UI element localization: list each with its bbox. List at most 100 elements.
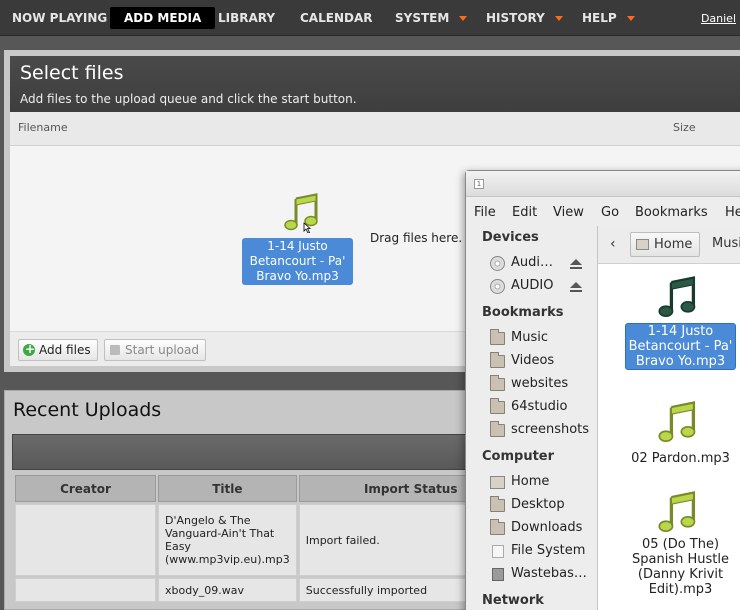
chevron-down-icon bbox=[554, 16, 563, 21]
sidebar-item-audio[interactable]: AUDIO bbox=[490, 278, 595, 298]
chevron-down-icon bbox=[459, 16, 468, 21]
select-files-subtitle: Add files to the upload queue and click … bbox=[20, 92, 357, 106]
select-files-header: Select files Add files to the upload que… bbox=[10, 56, 740, 112]
sidebar-item-label: screenshots bbox=[511, 422, 590, 437]
bookmarks-heading: Bookmarks bbox=[482, 305, 564, 320]
start-upload-button[interactable]: Start upload bbox=[104, 339, 206, 361]
nav-calendar[interactable]: CALENDAR bbox=[300, 7, 372, 29]
disc-icon bbox=[490, 279, 505, 294]
sidebar-item-label: Wastebas… bbox=[511, 566, 587, 581]
file-manager-window[interactable]: 1 File Edit View Go Bookmarks He Devices… bbox=[465, 170, 740, 610]
top-navigation: NOW PLAYING ADD MEDIA LIBRARY CALENDAR S… bbox=[0, 0, 740, 36]
nav-help[interactable]: HELP bbox=[582, 7, 635, 29]
user-link[interactable]: Daniel bbox=[701, 12, 736, 25]
creator-cell bbox=[15, 504, 156, 576]
window-menu-icon[interactable]: 1 bbox=[474, 179, 484, 189]
sidebar-item-label: File System bbox=[511, 543, 586, 558]
recent-uploads-title: Recent Uploads bbox=[13, 399, 162, 421]
sidebar-item-label: websites bbox=[511, 376, 569, 391]
sidebar-item-label: Downloads bbox=[511, 520, 583, 535]
menu-bar: File Edit View Go Bookmarks He bbox=[466, 201, 740, 223]
nav-system[interactable]: SYSTEM bbox=[395, 7, 468, 29]
path-home-button[interactable]: Home bbox=[630, 232, 700, 257]
sidebar-item-desktop[interactable]: Desktop bbox=[490, 496, 595, 517]
sidebar-item-screenshots[interactable]: screenshots bbox=[490, 421, 595, 442]
music-note-icon bbox=[658, 276, 696, 317]
recent-uploads-table: Creator Title Import Status D'Angelo & T… bbox=[13, 473, 525, 604]
sidebar-item-downloads[interactable]: Downloads bbox=[490, 519, 595, 540]
upload-queue-header: Filename Size bbox=[10, 112, 740, 146]
places-sidebar: Devices Audi… AUDIO Bookmarks Music Vide… bbox=[466, 226, 597, 610]
trash-icon bbox=[492, 568, 504, 581]
chevron-left-icon[interactable]: ‹ bbox=[610, 236, 616, 252]
folder-icon bbox=[490, 352, 505, 368]
path-bar: ‹ Home Musi bbox=[598, 226, 740, 264]
devices-heading: Devices bbox=[482, 230, 539, 245]
path-current-button[interactable]: Musi bbox=[712, 236, 740, 251]
filename-column-header: Filename bbox=[18, 121, 68, 134]
eject-icon[interactable] bbox=[570, 259, 582, 269]
file-name: 02 Pardon.mp3 bbox=[631, 451, 730, 466]
add-files-label: Add files bbox=[39, 343, 91, 357]
add-files-button[interactable]: Add files bbox=[18, 339, 98, 361]
title-cell: D'Angelo & The Vanguard-Ain't That Easy … bbox=[158, 504, 297, 576]
title-cell: xbody_09.wav bbox=[158, 578, 297, 602]
sidebar-item-wastebasket[interactable]: Wastebas… bbox=[490, 566, 595, 586]
file-name: 05 (Do The) Spanish Hustle (Danny Krivit… bbox=[632, 537, 729, 597]
sidebar-item-audio-disc[interactable]: Audi… bbox=[490, 255, 595, 275]
drag-files-hint: Drag files here. bbox=[370, 231, 463, 245]
table-row[interactable]: D'Angelo & The Vanguard-Ain't That Easy … bbox=[15, 504, 523, 576]
chevron-down-icon bbox=[626, 16, 635, 21]
computer-heading: Computer bbox=[482, 449, 555, 464]
title-column-header[interactable]: Title bbox=[158, 475, 297, 502]
file-name: 1-14 Justo Betancourt - Pa' Bravo Yo.mp3 bbox=[625, 323, 736, 370]
network-heading: Network bbox=[482, 593, 544, 608]
start-upload-label: Start upload bbox=[125, 343, 199, 357]
nav-library[interactable]: LIBRARY bbox=[218, 7, 275, 29]
nav-now-playing[interactable]: NOW PLAYING bbox=[12, 7, 107, 29]
upload-arrow-icon bbox=[110, 345, 120, 355]
sidebar-item-websites[interactable]: websites bbox=[490, 375, 595, 396]
sidebar-item-music[interactable]: Music bbox=[490, 329, 595, 350]
folder-icon bbox=[490, 398, 505, 414]
music-note-icon bbox=[658, 491, 696, 532]
menu-bookmarks[interactable]: Bookmarks bbox=[635, 205, 708, 220]
sidebar-item-home[interactable]: Home bbox=[490, 474, 595, 494]
nav-history[interactable]: HISTORY bbox=[486, 7, 563, 29]
sidebar-item-64studio[interactable]: 64studio bbox=[490, 398, 595, 419]
folder-icon bbox=[490, 519, 505, 535]
plus-icon bbox=[23, 339, 35, 359]
sidebar-item-file-system[interactable]: File System bbox=[490, 543, 595, 563]
sidebar-item-label: Audi… bbox=[511, 255, 553, 270]
menu-go[interactable]: Go bbox=[601, 205, 619, 220]
folder-icon bbox=[490, 496, 505, 512]
select-files-title: Select files bbox=[20, 62, 124, 84]
menu-help[interactable]: He bbox=[725, 205, 740, 220]
menu-view[interactable]: View bbox=[553, 205, 584, 220]
music-note-icon bbox=[658, 401, 696, 442]
size-column-header: Size bbox=[673, 121, 696, 134]
sidebar-item-label: AUDIO bbox=[511, 278, 554, 293]
path-home-label: Home bbox=[654, 237, 693, 252]
dragged-file-label: 1-14 Justo Betancourt - Pa' Bravo Yo.mp3 bbox=[242, 238, 353, 285]
sidebar-item-label: 64studio bbox=[511, 399, 568, 414]
menu-edit[interactable]: Edit bbox=[512, 205, 537, 220]
sidebar-item-label: Home bbox=[511, 474, 550, 489]
sidebar-item-videos[interactable]: Videos bbox=[490, 352, 595, 373]
drive-icon bbox=[492, 545, 504, 558]
disc-icon bbox=[490, 256, 505, 271]
table-row[interactable]: xbody_09.wav Successfully imported bbox=[15, 578, 523, 602]
eject-icon[interactable] bbox=[570, 282, 582, 292]
sidebar-item-label: Videos bbox=[511, 353, 555, 368]
table-header-row: Creator Title Import Status bbox=[15, 475, 523, 502]
sidebar-item-label: Music bbox=[511, 330, 548, 345]
folder-icon bbox=[490, 375, 505, 391]
folder-icon bbox=[490, 329, 505, 345]
music-note-icon bbox=[284, 193, 318, 233]
creator-column-header[interactable]: Creator bbox=[15, 475, 156, 502]
window-titlebar[interactable]: 1 bbox=[466, 171, 740, 197]
menu-file[interactable]: File bbox=[474, 205, 496, 220]
file-view[interactable]: ‹ Home Musi 1-14 Justo Betancourt - Pa' … bbox=[597, 226, 740, 610]
nav-add-media[interactable]: ADD MEDIA bbox=[110, 7, 216, 29]
folder-icon bbox=[490, 421, 505, 437]
